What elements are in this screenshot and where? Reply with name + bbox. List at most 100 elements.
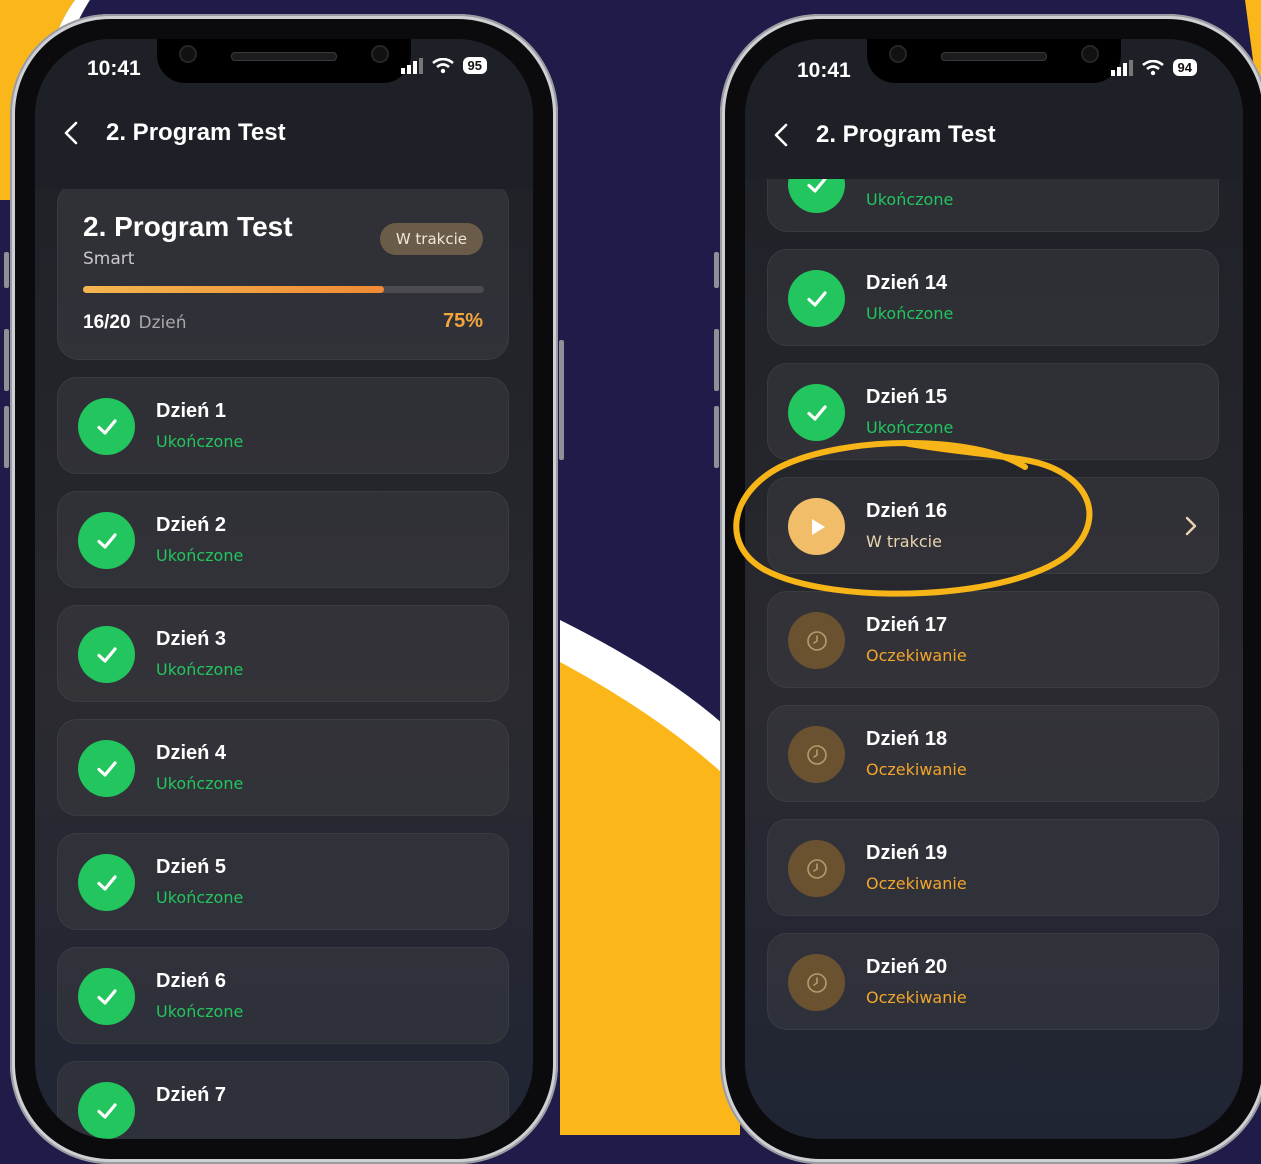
chevron-right-icon — [1185, 516, 1197, 536]
day-status-icon — [78, 968, 135, 1025]
page-title: 2. Program Test — [816, 121, 996, 148]
day-item[interactable]: Dzień 1 Ukończone — [57, 377, 509, 474]
checkmark-icon — [96, 532, 117, 549]
chevron-left-icon[interactable] — [60, 119, 84, 147]
progress-percent: 75% — [442, 310, 483, 332]
day-status-icon — [788, 384, 845, 441]
day-status-icon — [78, 854, 135, 911]
status-badge: W trakcie — [379, 223, 483, 255]
day-status: Oczekiwanie — [866, 760, 967, 779]
day-status-icon — [78, 1082, 135, 1139]
checkmark-icon — [96, 760, 117, 777]
day-status-icon — [788, 498, 845, 555]
day-item[interactable]: Dzień 14 Ukończone — [767, 249, 1219, 346]
chevron-left-icon[interactable] — [770, 121, 794, 149]
day-status: Ukończone — [156, 660, 244, 679]
nav-bar: 2. Program Test — [60, 119, 286, 147]
program-subtitle: Smart — [83, 249, 135, 269]
checkmark-icon — [96, 646, 117, 663]
day-title: Dzień 6 — [156, 970, 227, 992]
day-status: Oczekiwanie — [866, 646, 967, 665]
day-status-icon — [78, 512, 135, 569]
day-status-icon — [788, 840, 845, 897]
day-item[interactable]: Dzień 15 Ukończone — [767, 363, 1219, 460]
program-summary-card: 2. Program Test Smart W trakcie 16/20 Dzi… — [57, 182, 509, 360]
day-title: Dzień 3 — [156, 628, 227, 650]
day-item[interactable]: Dzień 20 Oczekiwanie — [767, 933, 1219, 1030]
checkmark-icon — [96, 988, 117, 1005]
day-title: Dzień 15 — [866, 386, 948, 408]
day-item[interactable]: Dzień 7 — [57, 1061, 509, 1139]
program-title: 2. Program Test — [83, 211, 293, 242]
progress-count-unit: Dzień — [138, 313, 187, 333]
day-item[interactable]: Dzień 17 Oczekiwanie — [767, 591, 1219, 688]
day-status: Ukończone — [156, 1002, 244, 1021]
wifi-icon — [431, 57, 454, 73]
day-status-icon — [788, 270, 845, 327]
checkmark-icon — [806, 404, 827, 421]
dynamic-island — [157, 39, 411, 83]
day-title: Dzień 7 — [156, 1084, 227, 1106]
status-time: 10:41 — [87, 57, 141, 80]
day-item[interactable]: Dzień 3 Ukończone — [57, 605, 509, 702]
day-title: Dzień 2 — [156, 514, 227, 536]
progress-bar — [83, 286, 484, 293]
day-status-icon — [78, 398, 135, 455]
day-item[interactable]: Dzień 16 W trakcie — [767, 477, 1219, 574]
day-status: Ukończone — [156, 432, 244, 451]
clock-icon — [806, 972, 827, 993]
play-icon — [811, 518, 825, 535]
day-status: Ukończone — [866, 418, 954, 437]
dynamic-island — [867, 39, 1121, 83]
nav-bar: 2. Program Test — [770, 121, 996, 149]
day-item[interactable]: Dzień 4 Ukończone — [57, 719, 509, 816]
day-item[interactable]: Dzień 19 Oczekiwanie — [767, 819, 1219, 916]
day-status: Ukończone — [156, 888, 244, 907]
day-title: Dzień 19 — [866, 842, 948, 864]
day-status: Ukończone — [156, 546, 244, 565]
checkmark-icon — [96, 418, 117, 435]
day-status-icon — [788, 612, 845, 669]
day-item[interactable]: Dzień 6 Ukończone — [57, 947, 509, 1044]
day-status-icon — [78, 740, 135, 797]
day-item[interactable]: Dzień 5 Ukończone — [57, 833, 509, 930]
day-title: Dzień 1 — [156, 400, 227, 422]
right-phone: Dzień 13UkończoneDzień 14UkończoneDzień … — [714, 14, 1261, 1164]
app-header: 10:41 95 2. Program Test — [35, 39, 533, 189]
day-status: Oczekiwanie — [866, 874, 967, 893]
day-title: Dzień 17 — [866, 614, 948, 636]
page-title: 2. Program Test — [106, 119, 286, 146]
day-item[interactable]: Dzień 18 Oczekiwanie — [767, 705, 1219, 802]
day-status-icon — [78, 626, 135, 683]
day-title: Dzień 4 — [156, 742, 227, 764]
clock-icon — [806, 858, 827, 879]
clock-icon — [806, 744, 827, 765]
day-status-icon — [788, 954, 845, 1011]
checkmark-icon — [96, 1102, 117, 1119]
status-icons: 95 — [400, 57, 487, 74]
checkmark-icon — [806, 290, 827, 307]
day-status: Ukończone — [156, 774, 244, 793]
left-screen: 10:41 95 2. Program Test 2. Program Test… — [35, 39, 533, 1139]
day-title: Dzień 5 — [156, 856, 227, 878]
battery-indicator: 94 — [1172, 59, 1197, 76]
clock-icon — [806, 630, 827, 651]
day-status: Ukończone — [866, 190, 954, 209]
progress-count: 16/20 Dzień — [83, 311, 187, 334]
app-header: 10:41 94 2. Program Test — [745, 39, 1243, 179]
signal-icon — [400, 57, 423, 74]
right-screen: Dzień 13UkończoneDzień 14UkończoneDzień … — [745, 39, 1243, 1139]
day-status: Ukończone — [866, 304, 954, 323]
day-status-icon — [788, 726, 845, 783]
day-status: W trakcie — [866, 532, 942, 551]
day-status: Oczekiwanie — [866, 988, 967, 1007]
day-title: Dzień 14 — [866, 272, 948, 294]
status-time: 10:41 — [797, 59, 851, 82]
status-icons: 94 — [1110, 59, 1197, 76]
day-title: Dzień 20 — [866, 956, 948, 978]
progress-count-value: 16/20 — [83, 312, 131, 333]
day-item[interactable]: Dzień 2 Ukończone — [57, 491, 509, 588]
left-phone: 10:41 95 2. Program Test 2. Program Test… — [4, 14, 564, 1164]
day-title: Dzień 16 — [866, 500, 948, 522]
signal-icon — [1110, 59, 1133, 76]
